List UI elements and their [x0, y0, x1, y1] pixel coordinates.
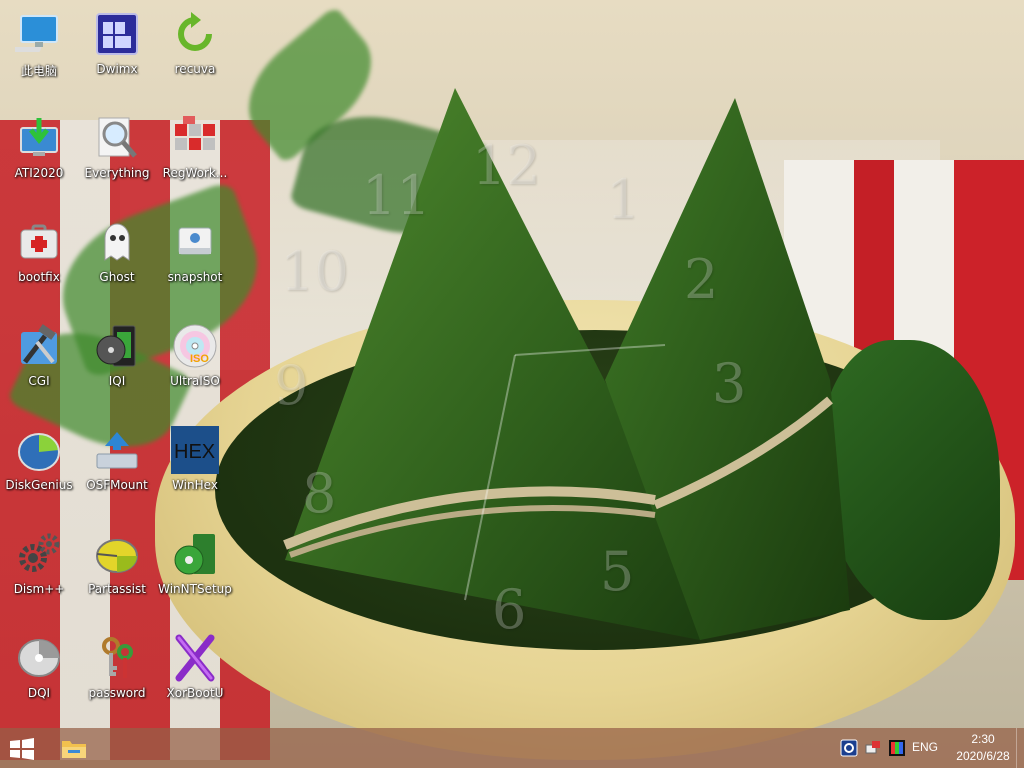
desktop-icon-iqi[interactable]: IQI — [78, 316, 156, 412]
desktop-icon-snapshot[interactable]: snapshot — [156, 212, 234, 308]
desktop-icon-osfmount[interactable]: OSFMount — [78, 420, 156, 516]
desktop-icon-label: RegWork... — [162, 166, 228, 180]
desktop-icon-label: 此电脑 — [20, 64, 57, 78]
clock-time: 2:30 — [971, 732, 995, 746]
ghost-icon — [104, 223, 130, 261]
clock-number: 3 — [712, 352, 747, 415]
mount-drive-icon — [96, 432, 138, 469]
desktop-icon-dwimx[interactable]: Dwimx — [78, 4, 156, 100]
desktop-icon-diskgenius[interactable]: DiskGenius — [0, 420, 78, 516]
desktop-icon-label: DiskGenius — [5, 478, 73, 492]
desktop-icon-label: password — [88, 686, 146, 700]
disk-quick-icon — [18, 639, 60, 677]
desktop-icon-ultraiso[interactable]: ISO UltraISO — [156, 316, 234, 412]
taskbar: ENG 2:30 2020/6/28 — [0, 728, 1024, 768]
desktop-icon-label: IQI — [108, 374, 126, 388]
desktop-icon-label: recuva — [174, 62, 216, 76]
desktop-icon-label: Ghost — [99, 270, 135, 284]
desktop-icon-everything[interactable]: Everything — [78, 108, 156, 204]
folder-icon — [62, 741, 86, 758]
windows-setup-icon — [174, 534, 215, 575]
desktop-icon-dism[interactable]: Dism++ — [0, 524, 78, 620]
clock-number: 1 — [606, 168, 641, 231]
start-button[interactable] — [8, 738, 36, 760]
registry-cubes-icon — [175, 116, 215, 150]
computer-icon — [15, 15, 58, 52]
magnifier-icon — [98, 117, 137, 158]
desktop-icon-label: XorBootU — [166, 686, 224, 700]
hammer-wrench-icon — [21, 324, 57, 364]
desktop-icon-dqi[interactable]: DQI — [0, 628, 78, 724]
desktop-icon-label: Partassist — [88, 582, 146, 596]
partition-disc-icon — [96, 539, 138, 573]
clock-number: 11 — [362, 164, 431, 227]
first-aid-kit-icon — [20, 224, 58, 259]
recuva-icon — [178, 12, 212, 51]
show-desktop-button[interactable] — [1016, 728, 1024, 768]
desktop-icon-label: Dism++ — [13, 582, 65, 596]
clock-number: 9 — [274, 354, 309, 417]
screen-icon[interactable] — [840, 739, 858, 757]
disc-media-icon — [96, 325, 136, 367]
desktop-icon-label: WinHex — [172, 478, 218, 492]
drive-icon — [178, 227, 212, 255]
iso-disc-icon: ISO — [173, 324, 217, 368]
desktop-icon-xorbootu[interactable]: XorBootU — [156, 628, 234, 724]
clock-number: 2 — [684, 248, 719, 311]
clock-number: 5 — [600, 540, 635, 603]
desktop-icon-label: Everything — [84, 166, 150, 180]
clock-date: 2020/6/28 — [956, 749, 1010, 763]
ati-icon — [20, 118, 58, 156]
desktop-icon-ghost[interactable]: Ghost — [78, 212, 156, 308]
desktop-icon-password[interactable]: password — [78, 628, 156, 724]
keys-icon — [102, 637, 133, 678]
desktop-icon-label: DQI — [27, 686, 51, 700]
desktop-icon-cgi[interactable]: CGI — [0, 316, 78, 412]
taskbar-clock[interactable]: 2:30 2020/6/28 — [948, 731, 1018, 765]
disk-pie-icon — [18, 433, 60, 471]
clock-number: 12 — [472, 134, 541, 197]
desktop-icon-this-pc[interactable]: 此电脑 — [0, 4, 78, 100]
desktop-icon-partassist[interactable]: Partassist — [78, 524, 156, 620]
dwimx-icon — [96, 13, 138, 55]
clock-number: 8 — [302, 462, 337, 525]
desktop-icon-recuva[interactable]: recuva — [156, 4, 234, 100]
desktop-icon-regworks[interactable]: RegWork... — [156, 108, 234, 204]
iso-label: ISO — [190, 353, 209, 365]
windows-logo-icon — [10, 738, 34, 760]
network-icon[interactable] — [864, 739, 882, 757]
desktop-icon-label: WinNTSetup — [158, 582, 232, 596]
desktop-icon-label: CGI — [28, 374, 50, 388]
desktop-icon-label: OSFMount — [86, 478, 148, 492]
clock-number: 6 — [492, 578, 527, 641]
desktop-icon-ati2020[interactable]: ATI2020 — [0, 108, 78, 204]
desktop-icon-winntsetup[interactable]: WinNTSetup — [156, 524, 234, 620]
desktop-icon-label: UltraISO — [170, 374, 220, 388]
desktop-icon-winhex[interactable]: HEX WinHex — [156, 420, 234, 516]
hex-label: HEX — [174, 441, 215, 463]
desktop-icon-label: bootfix — [18, 270, 60, 284]
input-language-indicator[interactable]: ENG — [912, 740, 942, 754]
color-display-icon[interactable] — [888, 739, 906, 757]
desktop-icon-label: Dwimx — [96, 62, 138, 76]
gears-icon — [19, 533, 60, 572]
desktop-icon-label: ATI2020 — [14, 166, 64, 180]
clock-number: 10 — [280, 240, 349, 303]
hex-icon: HEX — [171, 426, 219, 474]
desktop-icon-label: snapshot — [167, 270, 223, 284]
x-logo-icon — [175, 634, 215, 682]
desktop[interactable]: 12 1 2 3 5 6 8 9 10 11 此电脑 ATI2020 bootf… — [0, 0, 1024, 768]
desktop-icon-bootfix[interactable]: bootfix — [0, 212, 78, 308]
file-explorer-button[interactable] — [60, 736, 88, 760]
